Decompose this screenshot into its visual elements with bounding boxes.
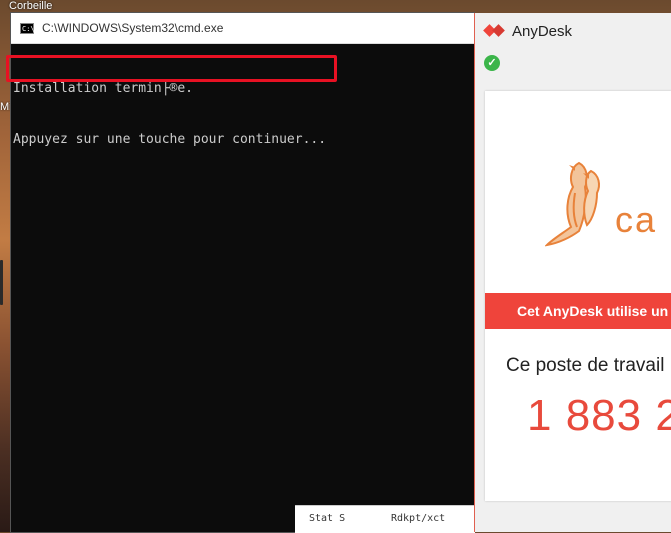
info-banner: Cet AnyDesk utilise un xyxy=(485,293,671,329)
background-text: Rdkpt/xct xyxy=(391,513,446,524)
desktop-icon[interactable] xyxy=(0,260,3,305)
highlight-box xyxy=(6,55,337,82)
cmd-window[interactable]: C:\ C:\WINDOWS\System32\cmd.exe Installa… xyxy=(11,13,474,532)
check-icon: ✓ xyxy=(484,55,500,71)
brand-text: ca xyxy=(615,199,658,240)
recycle-bin-label[interactable]: Corbeille xyxy=(9,0,52,12)
background-text: Stat S xyxy=(309,513,346,524)
anydesk-main-panel: ca Cet AnyDesk utilise un Ce poste de tr… xyxy=(485,91,671,501)
anydesk-logo-icon xyxy=(483,24,506,38)
anydesk-address[interactable]: 1 883 2 xyxy=(527,391,671,441)
brand-logo-icon xyxy=(545,161,600,247)
anydesk-titlebar[interactable]: AnyDesk xyxy=(475,13,671,49)
background-window-strip: Stat S Rdkpt/xct xyxy=(295,505,475,533)
console-line: Appuyez sur une touche pour continuer... xyxy=(13,132,327,147)
anydesk-window[interactable]: AnyDesk ✓ ca Cet AnyDesk utilise un Ce p… xyxy=(474,13,671,532)
cmd-titlebar[interactable]: C:\ C:\WINDOWS\System32\cmd.exe xyxy=(11,13,474,44)
connection-status: ✓ xyxy=(475,49,671,77)
workstation-label: Ce poste de travail xyxy=(506,355,665,376)
cmd-icon: C:\ xyxy=(20,22,35,34)
console-line: Installation termin├®e. xyxy=(13,81,194,96)
anydesk-title: AnyDesk xyxy=(512,22,573,40)
cmd-title: C:\WINDOWS\System32\cmd.exe xyxy=(42,21,224,35)
